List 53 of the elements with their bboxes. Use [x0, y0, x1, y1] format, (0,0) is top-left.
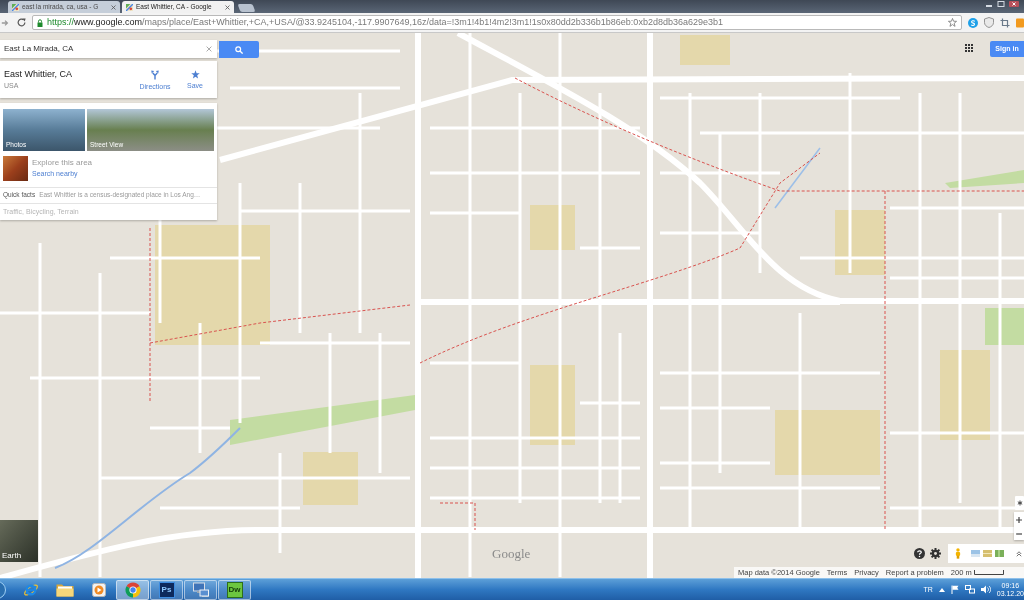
search-field[interactable]: East La Mirada, CA	[0, 40, 217, 58]
media-player-icon	[91, 582, 106, 597]
taskbar-button[interactable]: Dw	[218, 579, 251, 600]
scale-bar-icon	[973, 570, 1004, 575]
chrome-icon	[124, 581, 141, 598]
volume-icon[interactable]	[980, 585, 991, 594]
layer-thumbnail-icon[interactable]	[971, 550, 980, 557]
gear-icon[interactable]	[930, 548, 941, 559]
map-favicon-icon	[12, 3, 19, 11]
address-bar[interactable]: https://www.google.com/maps/place/East+Whittier,+CA,+USA/@33.9245104,-117.9907649,16z/data=!3m1!4b1!4m2!3m1!1s0x80dd2b336b1b86eb:0xb2d8db36a629e3b1	[32, 15, 962, 30]
folder-icon	[55, 582, 74, 597]
start-orb-icon[interactable]	[0, 580, 6, 599]
satellite-photo-placeholder[interactable]: Earth	[0, 520, 38, 562]
directions-icon	[151, 69, 159, 80]
map-favicon-icon	[126, 3, 133, 11]
taskbar-button[interactable]	[184, 579, 217, 600]
search-button[interactable]	[219, 41, 259, 58]
close-icon[interactable]	[1009, 1, 1019, 7]
crop-icon[interactable]	[1000, 17, 1010, 28]
app-logo-tile: Dw	[226, 581, 243, 598]
star-icon	[190, 70, 200, 79]
network-icon[interactable]	[964, 585, 975, 594]
taskbar-button[interactable]	[116, 579, 149, 600]
url-text: https://www.google.com/maps/place/East+Whittier,+CA,+USA/@33.9245104,-117.9907649,16z/data=!3m1!4b1!4m2!3m1!1s0x80dd2b336b1b86eb:0xb2d8db36a629e3b1	[47, 18, 723, 27]
asterisk-icon[interactable]	[1015, 496, 1024, 510]
flag-icon[interactable]	[950, 585, 959, 594]
explore-title: Explore this area	[32, 159, 93, 167]
lock-icon	[37, 18, 43, 27]
taskbar-button[interactable]: Ps	[150, 579, 183, 600]
plus-icon[interactable]	[1016, 517, 1022, 523]
help-icon[interactable]	[914, 548, 925, 559]
shield-icon[interactable]	[984, 17, 994, 28]
new-tab-button[interactable]	[237, 4, 256, 12]
reload-icon[interactable]	[17, 18, 26, 27]
close-icon[interactable]	[111, 4, 116, 10]
computer-icon	[192, 581, 209, 598]
chevron-up-icon[interactable]	[1016, 550, 1022, 557]
layer-thumbnail-icon[interactable]	[995, 550, 1004, 557]
apps-grid-icon[interactable]	[965, 44, 973, 52]
triangle-up-icon[interactable]	[938, 587, 945, 592]
extension-icon[interactable]	[968, 17, 978, 28]
ie-icon	[22, 581, 39, 598]
place-title: East Whittier, CA	[4, 70, 74, 79]
earth-label: Earth	[2, 552, 22, 560]
maximize-icon[interactable]	[997, 1, 1005, 7]
google-logo: Google	[492, 547, 531, 560]
layer-thumbnail-icon[interactable]	[983, 550, 992, 557]
arrow-right-icon[interactable]	[1, 18, 9, 27]
close-icon[interactable]	[225, 4, 230, 10]
app-logo-tile: Ps	[158, 581, 175, 598]
search-icon	[235, 45, 243, 54]
star-icon[interactable]	[948, 18, 957, 27]
photo-placeholder[interactable]	[3, 155, 28, 181]
